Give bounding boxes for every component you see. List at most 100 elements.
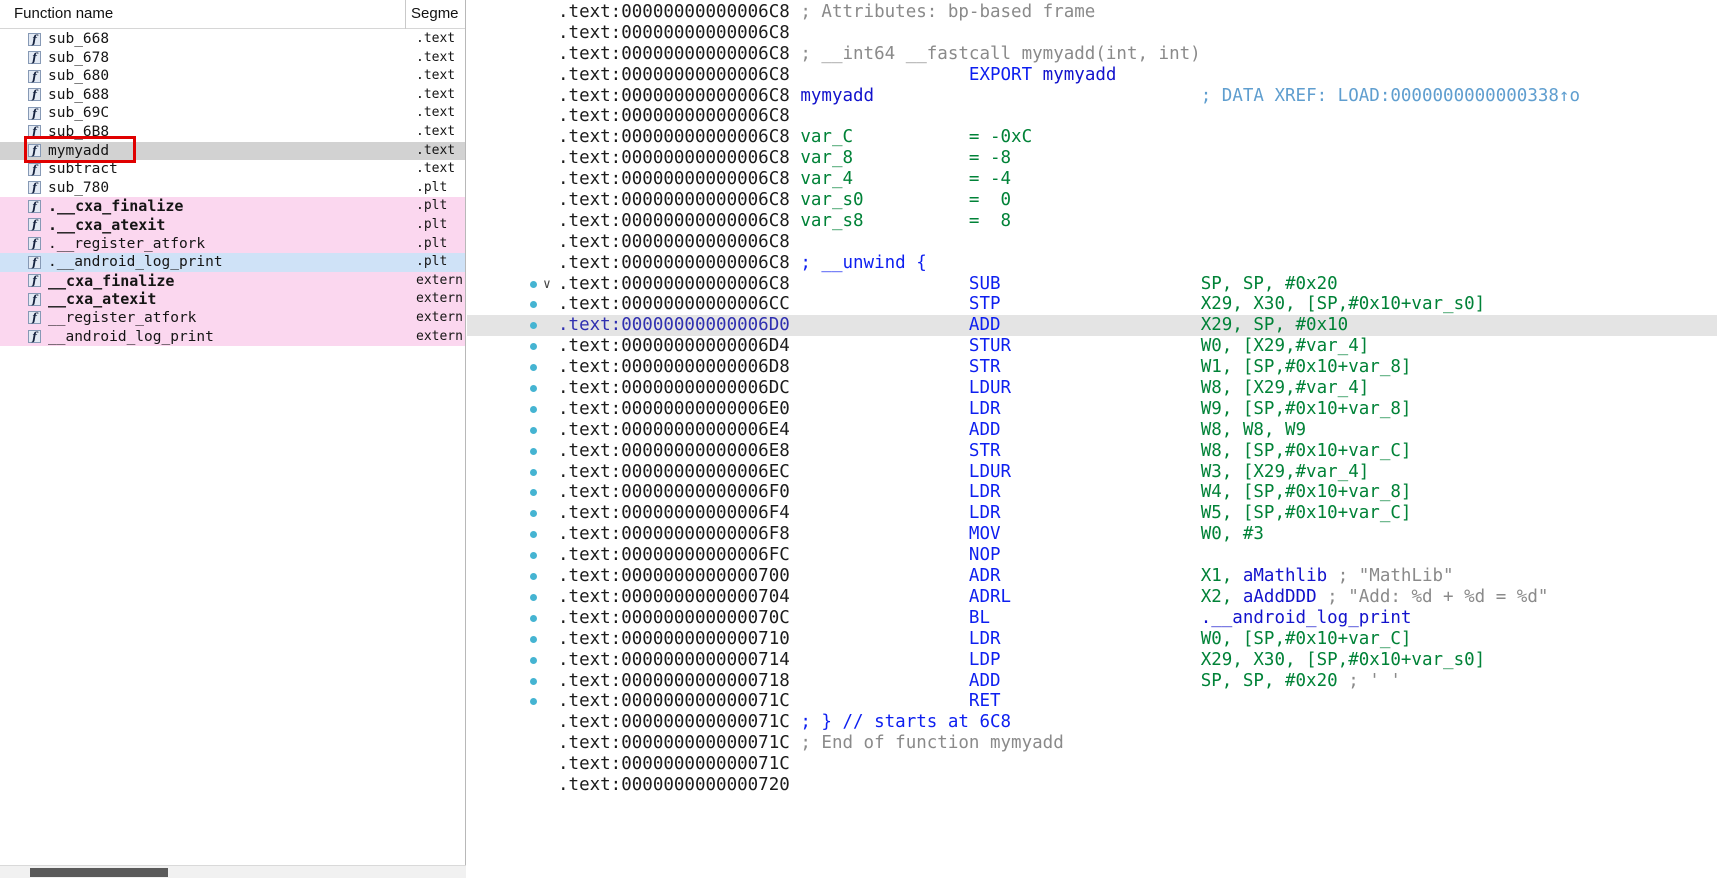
- function-row[interactable]: f sub_678 .text: [0, 49, 465, 68]
- token: ADD: [789, 315, 1201, 336]
- disassembly-line[interactable]: .text:00000000000006C8 mymyadd ; DATA XR…: [467, 86, 1717, 107]
- token: .text:00000000000006E8: [558, 440, 790, 461]
- disassembly-line[interactable]: .text:00000000000006D0 ADD X29, SP, #0x1…: [467, 315, 1717, 337]
- disassembly-line[interactable]: .text:00000000000006C8 var_s8 = 8: [467, 211, 1717, 232]
- disassembly-line[interactable]: .text:00000000000006C8 var_8 = -8: [467, 148, 1717, 169]
- token: X29, X30, [SP,#0x10+var_s0]: [1200, 649, 1486, 670]
- disassembly-line[interactable]: .text:000000000000071C: [467, 754, 1717, 775]
- function-name: sub_678: [48, 49, 110, 66]
- disassembly-line[interactable]: .text:00000000000006C8 var_C = -0xC: [467, 127, 1717, 148]
- disassembly-line[interactable]: .text:000000000000070C BL .__android_log…: [467, 608, 1717, 629]
- function-row[interactable]: f .__android_log_print .plt: [0, 253, 465, 272]
- scrollbar-thumb[interactable]: [30, 868, 168, 877]
- token: ; DATA XREF: LOAD:0000000000000338↑o: [874, 85, 1580, 106]
- disassembly-line[interactable]: .text:00000000000006E4 ADD W8, W8, W9: [467, 420, 1717, 441]
- disassembly-line[interactable]: .text:00000000000006F0 LDR W4, [SP,#0x10…: [467, 482, 1717, 503]
- collapse-arrow-icon[interactable]: ∨: [543, 275, 551, 296]
- token: .text:00000000000006F8: [558, 524, 790, 545]
- function-segment: .plt: [416, 198, 448, 214]
- token: mymyadd: [789, 85, 875, 106]
- instruction-dot-icon: [530, 677, 537, 685]
- function-segment: .text: [416, 49, 456, 65]
- disassembly-line[interactable]: .text:0000000000000710 LDR W0, [SP,#0x10…: [467, 629, 1717, 650]
- disassembly-line[interactable]: .text:00000000000006C8: [467, 232, 1717, 253]
- disassembly-line[interactable]: .text:0000000000000714 LDP X29, X30, [SP…: [467, 650, 1717, 671]
- instruction-dot-icon: [530, 468, 537, 476]
- disassembly-line[interactable]: .text:00000000000006F8 MOV W0, #3: [467, 524, 1717, 545]
- token: .text:00000000000006F4: [558, 503, 790, 524]
- function-row[interactable]: f .__cxa_finalize .plt: [0, 197, 465, 216]
- function-row[interactable]: f __cxa_finalize extern: [0, 271, 465, 291]
- disassembly-line[interactable]: .text:0000000000000718 ADD SP, SP, #0x20…: [467, 671, 1717, 692]
- disassembly-line[interactable]: .text:0000000000000720: [467, 775, 1717, 796]
- instruction-dot-icon: [530, 698, 537, 706]
- token: var_8 = -8: [789, 148, 1012, 169]
- disassembly-line[interactable]: .text:00000000000006E8 STR W8, [SP,#0x10…: [467, 441, 1717, 462]
- function-row[interactable]: f sub_668 .text: [0, 30, 465, 49]
- disassembly-line[interactable]: ∨ .text:00000000000006C8 SUB SP, SP, #0x2…: [467, 274, 1717, 295]
- disassembly-line[interactable]: .text:00000000000006C8 ; Attributes: bp-…: [467, 2, 1717, 23]
- function-row[interactable]: f sub_69C .text: [0, 104, 465, 123]
- token: STR: [789, 440, 1201, 461]
- function-row[interactable]: f mymyadd .text: [0, 141, 465, 161]
- function-name: .__cxa_finalize: [48, 197, 184, 216]
- token: aMathlib: [1242, 566, 1328, 587]
- column-header-function-name[interactable]: Function name: [14, 5, 113, 22]
- disassembly-line[interactable]: .text:00000000000006DC LDUR W8, [X29,#va…: [467, 378, 1717, 399]
- token: W5, [SP,#0x10+var_C]: [1200, 503, 1412, 524]
- function-icon: f: [28, 292, 41, 306]
- token: .text:0000000000000714: [558, 649, 790, 670]
- disassembly-line[interactable]: .text:00000000000006E0 LDR W9, [SP,#0x10…: [467, 399, 1717, 420]
- token: STUR: [789, 336, 1201, 357]
- token: .text:00000000000006FC: [558, 545, 790, 566]
- disassembly-line[interactable]: .text:000000000000071C RET: [467, 691, 1717, 712]
- disassembly-line[interactable]: .text:00000000000006C8 var_4 = -4: [467, 169, 1717, 190]
- function-icon: f: [28, 237, 41, 251]
- disassembly-line[interactable]: .text:00000000000006C8: [467, 106, 1717, 127]
- function-name: sub_780: [48, 179, 110, 196]
- function-row[interactable]: f __register_atfork extern: [0, 308, 465, 328]
- token: W0, [X29,#var_4]: [1200, 336, 1370, 357]
- disassembly-line[interactable]: .text:00000000000006EC LDUR W3, [X29,#va…: [467, 462, 1717, 483]
- disassembly-line[interactable]: .text:0000000000000700 ADR X1, aMathlib …: [467, 566, 1717, 587]
- disassembly-line[interactable]: .text:00000000000006C8 EXPORT mymyadd: [467, 65, 1717, 86]
- instruction-dot-icon: [530, 552, 537, 560]
- token: .text:00000000000006C8: [558, 231, 790, 252]
- function-row[interactable]: f sub_6B8 .text: [0, 123, 465, 142]
- instruction-dot-icon: [530, 635, 537, 643]
- disassembly-line[interactable]: .text:0000000000000704 ADRL X2, aAddDDD …: [467, 587, 1717, 608]
- function-row[interactable]: f .__register_atfork .plt: [0, 234, 465, 254]
- token: RET: [789, 691, 1201, 712]
- disassembly-line[interactable]: .text:000000000000071C ; } // starts at …: [467, 712, 1717, 733]
- function-row[interactable]: f __android_log_print extern: [0, 327, 465, 347]
- token: .text:0000000000000710: [558, 628, 790, 649]
- function-name: sub_688: [48, 86, 110, 103]
- instruction-dot-icon: [530, 531, 537, 539]
- disassembly-line[interactable]: .text:00000000000006D4 STUR W0, [X29,#va…: [467, 336, 1717, 357]
- token: LDR: [789, 503, 1201, 524]
- disassembly-line[interactable]: .text:00000000000006CC STP X29, X30, [SP…: [467, 294, 1717, 315]
- disassembly-line[interactable]: .text:00000000000006D8 STR W1, [SP,#0x10…: [467, 357, 1717, 378]
- token: .text:00000000000006EC: [558, 461, 790, 482]
- function-row[interactable]: f .__cxa_atexit .plt: [0, 215, 465, 235]
- token: W0, #3: [1200, 524, 1264, 545]
- function-row[interactable]: f subtract .text: [0, 160, 465, 179]
- disassembly-view: .text:00000000000006C8 ; Attributes: bp-…: [467, 0, 1717, 878]
- disassembly-line[interactable]: .text:00000000000006C8 ; __int64 __fastc…: [467, 44, 1717, 65]
- column-header-segment[interactable]: Segme: [411, 5, 459, 22]
- disassembly-line[interactable]: .text:00000000000006C8 var_s0 = 0: [467, 190, 1717, 211]
- disassembly-line[interactable]: .text:00000000000006FC NOP: [467, 545, 1717, 566]
- function-row[interactable]: f sub_680 .text: [0, 67, 465, 86]
- disassembly-line[interactable]: .text:000000000000071C ; End of function…: [467, 733, 1717, 754]
- function-name: sub_680: [48, 68, 110, 85]
- function-row[interactable]: f sub_688 .text: [0, 86, 465, 105]
- token: ; __int64 __fastcall mymyadd(int, int): [789, 43, 1201, 64]
- disassembly-line[interactable]: .text:00000000000006F4 LDR W5, [SP,#0x10…: [467, 503, 1717, 524]
- function-row[interactable]: f __cxa_atexit extern: [0, 290, 465, 309]
- disassembly-line[interactable]: .text:00000000000006C8: [467, 23, 1717, 44]
- token: .text:00000000000006C8: [558, 106, 790, 127]
- disassembly-line[interactable]: .text:00000000000006C8 ; __unwind {: [467, 253, 1717, 274]
- function-row[interactable]: f sub_780 .plt: [0, 179, 465, 198]
- column-divider[interactable]: [405, 0, 406, 29]
- functions-horizontal-scrollbar[interactable]: [0, 865, 466, 878]
